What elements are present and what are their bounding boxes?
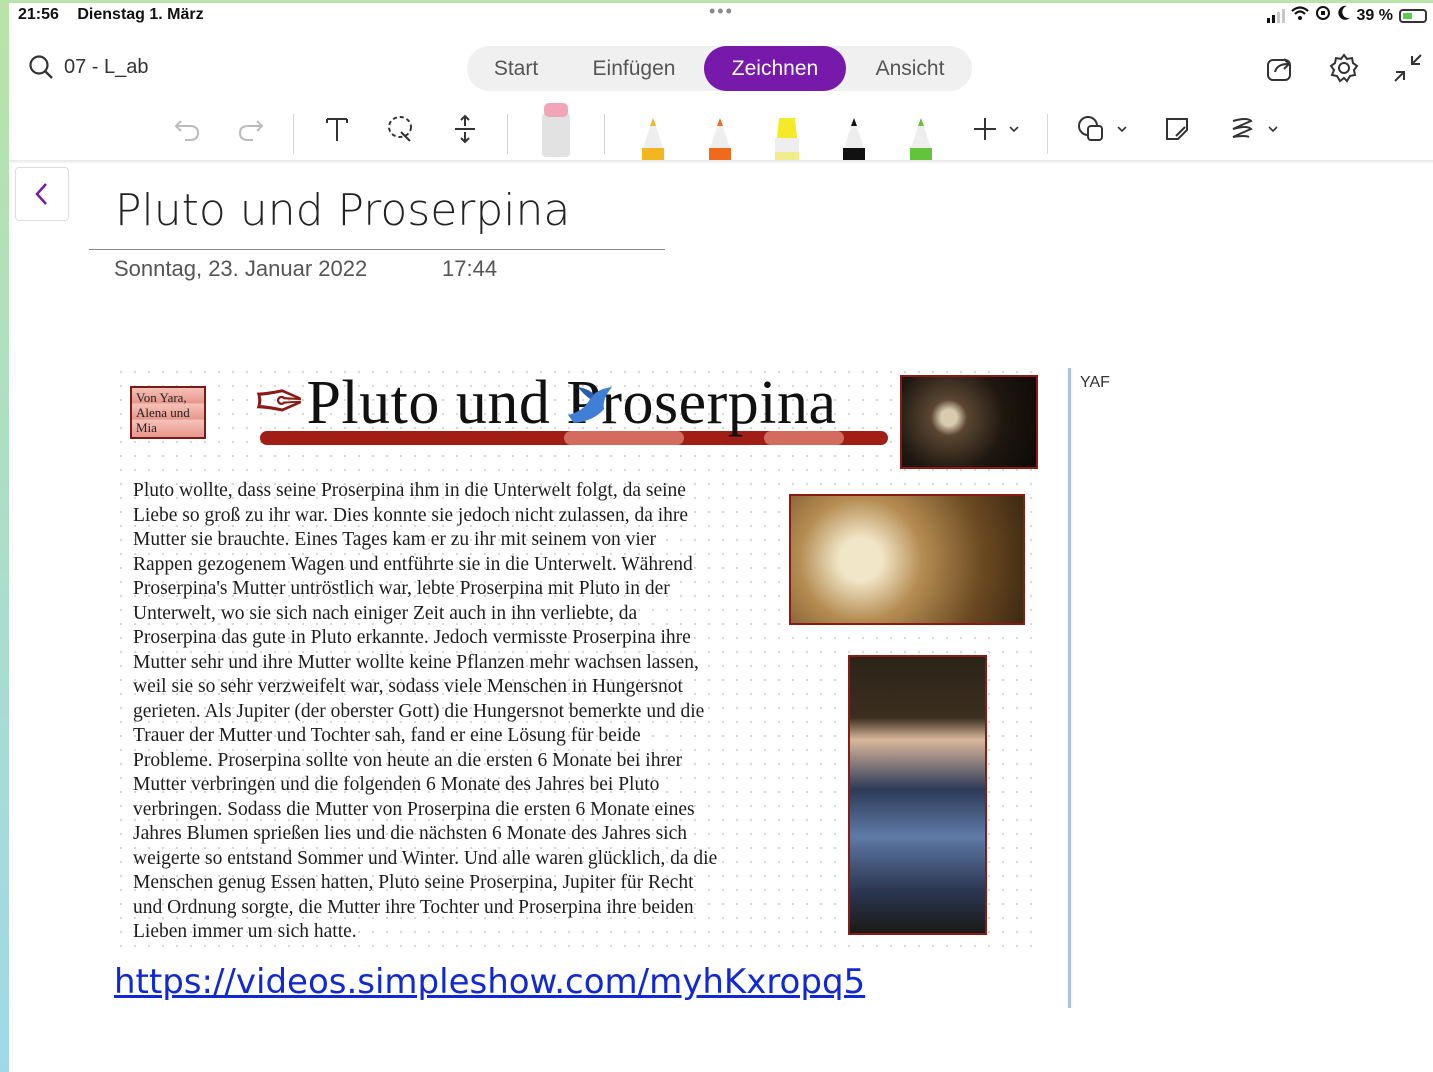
margin-note[interactable]: YAF [1080, 374, 1110, 392]
battery-text: 39 % [1356, 6, 1393, 24]
poster-text-line: Liebe so groß zu ihr war. Dies konnte si… [133, 504, 689, 526]
poster-authors-box: Von Yara, Alena und Mia [130, 386, 206, 439]
poster-text-line: gerieten. Als Jupiter (der oberster Gott… [133, 700, 705, 722]
poster-text-line: Probleme. Proserpina sollte von heute an… [133, 749, 683, 771]
poster-text-line: Pluto wollte, dass seine Proserpina ihm … [133, 480, 686, 501]
poster-text-line: Rappen gezogenem Wagen und entführte sie… [133, 553, 693, 575]
chevron-left-icon [35, 183, 47, 205]
pencil-orange-icon[interactable] [703, 114, 737, 164]
pen-black-icon[interactable] [837, 114, 871, 164]
poster-title: ✑Pluto und Proserpina [254, 365, 837, 439]
ink-to-shape-icon[interactable] [1160, 106, 1194, 152]
status-time-date: 21:56 Dienstag 1. März [18, 6, 204, 24]
status-date: Dienstag 1. März [77, 6, 204, 23]
page-time: 17:44 [442, 256, 498, 281]
poster-text-line: Unterwelt, wo sie sich nach einiger Zeit… [133, 602, 638, 624]
page-title[interactable]: Pluto und Proserpina [115, 185, 570, 236]
status-bar: 21:56 Dienstag 1. März ••• 39 % [9, 1, 1433, 29]
gear-icon[interactable] [1328, 52, 1362, 86]
signal-icon [1266, 8, 1285, 23]
redo-icon[interactable] [234, 106, 268, 152]
poster-text-line: Trauer der Mutter und Tochter sah, fand … [133, 725, 641, 746]
multitasking-dots-icon[interactable]: ••• [709, 1, 734, 22]
video-link[interactable]: https://videos.simpleshow.com/myhKxropq5 [114, 962, 865, 1002]
status-indicators: 39 % [1266, 5, 1427, 26]
margin-ink-line [1068, 368, 1071, 1008]
poster-text-line: Proserpina's Mutter untröstlich war, leb… [133, 578, 670, 599]
toolbar-divider [9, 160, 1433, 164]
highlighter-yellow-icon[interactable] [770, 114, 804, 164]
tab-einfuegen[interactable]: Einfügen [567, 46, 701, 91]
lasso-icon[interactable] [384, 106, 418, 152]
painting-abduction-image [789, 494, 1025, 625]
poster-text-line: weil sie so sehr verzweifelt war, sodass… [133, 676, 683, 697]
insert-space-icon[interactable] [448, 106, 482, 152]
poster-text-line: Jahres Blumen sprießen lies und die näch… [133, 823, 687, 844]
poster-text-line: weigerte so entstand Sommer und Winter. … [133, 847, 718, 869]
painting-proserpina-image [848, 655, 987, 935]
rotation-lock-icon [1315, 5, 1331, 26]
wifi-icon [1290, 6, 1309, 25]
tab-zeichnen[interactable]: Zeichnen [704, 46, 846, 91]
status-time: 21:56 [18, 6, 59, 23]
text-icon[interactable] [320, 106, 354, 152]
poster-text-line: Proserpina das gute in Pluto erkannte. J… [133, 627, 691, 648]
moon-icon [1337, 5, 1351, 26]
window-left-edge [0, 0, 9, 1072]
page-date: Sonntag, 23. Januar 2022 [114, 256, 368, 281]
notebook-title: 07 - L_ab [64, 55, 149, 78]
ink-replay-icon[interactable] [1226, 106, 1284, 152]
poster-body-text: Pluto wollte, dass seine Proserpina ihm … [133, 479, 803, 945]
pencil-yellow-icon[interactable] [636, 114, 670, 164]
poster-title-flourish: ✑ [254, 369, 307, 437]
add-pen-icon[interactable] [966, 106, 1026, 152]
battery-charging-icon [1399, 8, 1427, 23]
bird-icon [568, 387, 612, 423]
painting-small-image [900, 375, 1038, 469]
pen-green-icon[interactable] [904, 114, 938, 164]
shapes-icon[interactable] [1072, 106, 1132, 152]
tab-ansicht[interactable]: Ansicht [850, 46, 970, 91]
search-icon [29, 55, 53, 79]
eraser-icon[interactable] [538, 101, 574, 157]
poster-text-line: Mutter sie brauchte. Eines Tages kam er … [133, 529, 656, 550]
poster-text-line: verbringen. Sodass die Mutter von Proser… [133, 798, 695, 820]
poster-text-line: und Ordnung sorgte, die Mutter ihre Toch… [133, 896, 694, 918]
notebook-search[interactable]: 07 - L_ab [28, 54, 149, 80]
poster-text-line: Mutter verbringen und die folgenden 6 Mo… [133, 774, 660, 795]
tab-start[interactable]: Start [467, 46, 565, 91]
share-icon[interactable] [1264, 52, 1298, 86]
poster-image[interactable]: Von Yara, Alena und Mia ✑Pluto und Prose… [114, 365, 1044, 950]
back-button[interactable] [15, 167, 69, 221]
ribbon-tabs: Start Einfügen Zeichnen Ansicht [467, 46, 972, 91]
poster-text-line: Menschen genug Essen hatten, Pluto seine… [133, 872, 694, 893]
poster-text-line: Mutter sehr und ihre Mutter wollte keine… [133, 651, 699, 673]
poster-text-line: Lieben immer um sich hatte. [133, 921, 357, 942]
title-divider [89, 249, 665, 250]
collapse-icon[interactable] [1392, 52, 1426, 86]
undo-icon[interactable] [170, 106, 204, 152]
draw-toolbar [0, 103, 1433, 164]
